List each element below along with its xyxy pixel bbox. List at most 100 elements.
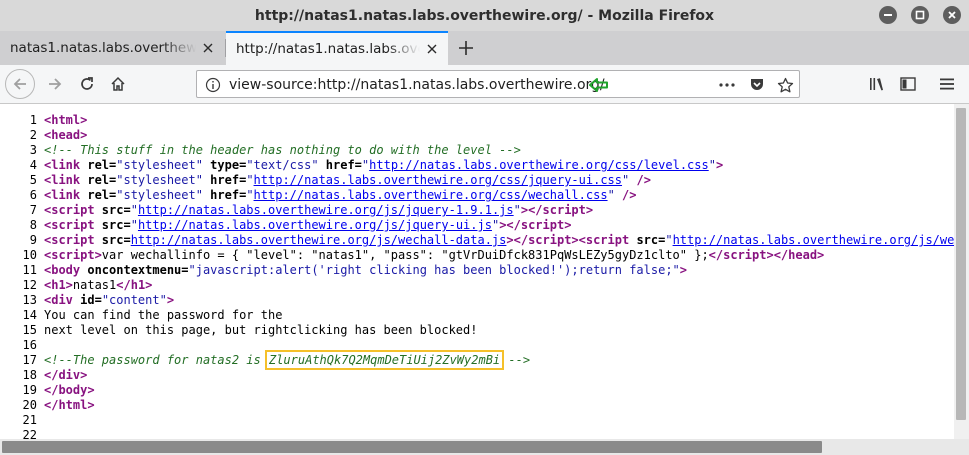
line-number: 2: [29, 128, 37, 142]
html-comment: -->: [501, 353, 531, 367]
attr-value: "javascript:alert('right clicking has be…: [188, 263, 680, 277]
source-link[interactable]: http://natas.labs.overthewire.org/js/wec…: [673, 233, 954, 247]
new-tab-button[interactable]: [456, 38, 476, 58]
url-text[interactable]: view-source:http://natas1.natas.labs.ove…: [229, 77, 605, 93]
password-highlight: ZluruAthQk7Q2MqmDeTiUij2ZvWy2mBi: [264, 350, 505, 370]
line-number: 1: [29, 113, 37, 127]
line-number: 21: [22, 413, 37, 427]
line-number: 16: [22, 338, 37, 352]
source-link[interactable]: http://natas.labs.overthewire.org/css/le…: [369, 158, 709, 172]
source-line: 1 <html>: [0, 113, 88, 128]
line-number: 22: [22, 428, 37, 439]
source-link[interactable]: http://natas.labs.overthewire.org/js/jqu…: [138, 203, 514, 217]
html-tag: <link: [44, 158, 81, 172]
address-bar[interactable]: view-source:http://natas1.natas.labs.ove…: [196, 70, 800, 98]
navigation-toolbar: view-source:http://natas1.natas.labs.ove…: [0, 65, 969, 104]
body-text: next level on this page, but rightclicki…: [44, 323, 478, 337]
maximize-icon: [915, 10, 925, 20]
tab-close-button[interactable]: [424, 41, 440, 57]
vertical-scrollbar-thumb[interactable]: [956, 108, 966, 420]
pocket-icon: [751, 79, 763, 90]
tab-label: natas1.natas.labs.overthewire.org: [10, 40, 196, 56]
source-line: 17 <!--The password for natas2 is ZluruAt…: [0, 350, 531, 370]
library-icon: [869, 78, 883, 91]
close-icon: [427, 44, 437, 54]
source-line: 14 You can find the password for the: [0, 308, 283, 323]
star-icon: [777, 77, 793, 92]
tab-close-button[interactable]: [200, 40, 216, 56]
attr-value: "stylesheet": [116, 158, 203, 172]
source-line: 2 <head>: [0, 128, 88, 143]
forward-arrow-icon: [49, 78, 62, 90]
source-line: 7 <script src="http://natas.labs.overthew…: [0, 203, 593, 218]
html-tag: </html>: [44, 398, 95, 412]
back-button[interactable]: [5, 69, 35, 99]
forward-button[interactable]: [40, 69, 70, 99]
info-icon[interactable]: [205, 77, 221, 93]
line-number: 5: [29, 173, 37, 187]
home-button[interactable]: [103, 69, 133, 99]
tab-view-source[interactable]: http://natas1.natas.labs.overthewire.org…: [226, 31, 448, 65]
attr-name: type=: [202, 158, 247, 172]
more-dots-icon: [719, 83, 735, 87]
line-number: 11: [22, 263, 37, 277]
close-icon: [948, 11, 956, 19]
green-arrow-icon: [589, 78, 608, 92]
library-button[interactable]: [861, 69, 891, 99]
sidebar-icon: [900, 77, 916, 91]
source-line: 5 <link rel="stylesheet" href="http://nat…: [0, 173, 651, 188]
tab-natas1[interactable]: natas1.natas.labs.overthewire.org: [0, 31, 224, 65]
source-link[interactable]: http://natas.labs.overthewire.org/css/we…: [254, 188, 608, 202]
menu-button[interactable]: [932, 69, 962, 99]
source-line: 12 <h1>natas1</h1>: [0, 278, 153, 293]
attr-value: "content": [101, 293, 167, 307]
attr-name: rel=: [80, 158, 117, 172]
bookmark-star-button[interactable]: [776, 76, 794, 94]
attr-value: "text/css": [246, 158, 319, 172]
source-link[interactable]: http://natas.labs.overthewire.org/js/wec…: [131, 233, 507, 247]
script-text: var wechallinfo = { "level": "natas1", "…: [101, 248, 709, 262]
line-number: 15: [22, 323, 37, 337]
maximize-button[interactable]: [911, 6, 929, 24]
line-number: 8: [29, 218, 37, 232]
window-title: http://natas1.natas.labs.overthewire.org…: [254, 7, 715, 24]
source-line: 6 <link rel="stylesheet" href="http://nat…: [0, 188, 637, 203]
home-icon: [111, 76, 125, 91]
window-controls: [879, 6, 961, 24]
source-line: 8 <script src="http://natas.labs.overthew…: [0, 218, 572, 233]
line-number: 14: [22, 308, 37, 322]
window-titlebar: http://natas1.natas.labs.overthewire.org…: [0, 0, 969, 31]
line-number: 6: [29, 188, 37, 202]
back-arrow-icon: [13, 78, 26, 90]
sidebar-button[interactable]: [893, 69, 923, 99]
line-number: 9: [29, 233, 37, 247]
html-tag: <html>: [44, 113, 88, 127]
line-number: 18: [22, 368, 37, 382]
line-number: 13: [22, 293, 37, 307]
source-link[interactable]: http://natas.labs.overthewire.org/js/jqu…: [138, 218, 492, 232]
source-link[interactable]: http://natas.labs.overthewire.org/css/jq…: [254, 173, 622, 187]
reload-icon: [81, 77, 93, 90]
source-line: 3 <!-- This stuff in the header has nothi…: [0, 143, 521, 158]
source-line: 10 <script>var wechallinfo = { "level": "…: [0, 248, 825, 263]
html-comment: <!--The password for natas2 is: [44, 353, 268, 367]
body-text: You can find the password for the: [44, 308, 283, 322]
line-number: 7: [29, 203, 37, 217]
close-icon: [203, 43, 213, 53]
source-line: 16: [0, 338, 44, 353]
page-actions-button[interactable]: [718, 76, 736, 94]
line-number: 10: [22, 248, 37, 262]
page-source-view[interactable]: 1 <html> 2 <head> 3 <!-- This stuff in the …: [0, 104, 954, 439]
html-tag: </div>: [44, 368, 88, 382]
html-tag: <head>: [44, 128, 88, 142]
line-number: 20: [22, 398, 37, 412]
pocket-button[interactable]: [748, 76, 766, 94]
source-line: 19 </body>: [0, 383, 95, 398]
close-window-button[interactable]: [943, 6, 961, 24]
reload-button[interactable]: [72, 69, 102, 99]
tab-strip: natas1.natas.labs.overthewire.org http:/…: [0, 31, 969, 65]
attr-name: href=: [318, 158, 362, 172]
horizontal-scrollbar-thumb[interactable]: [2, 441, 822, 453]
line-number: 12: [22, 278, 37, 292]
minimize-button[interactable]: [879, 6, 897, 24]
